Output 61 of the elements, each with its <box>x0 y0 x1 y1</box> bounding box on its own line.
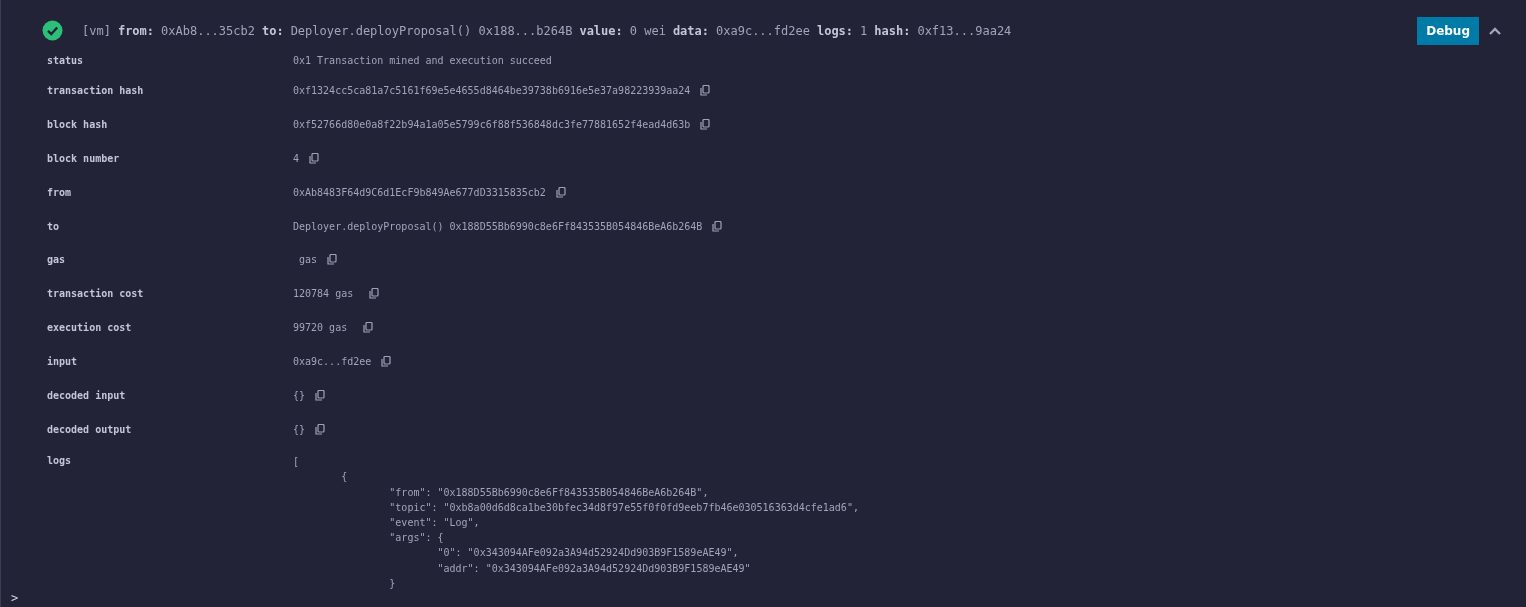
field-label: execution cost <box>46 322 133 334</box>
copy-icon[interactable] <box>363 322 374 334</box>
summary-key: value: <box>579 23 623 38</box>
field-label: block hash <box>46 119 109 131</box>
log-line: "from": "0x188D55Bb6990c8e6Ff843535B054846BeA6b264B", <box>388 485 710 500</box>
field-label: transaction cost <box>46 288 145 300</box>
copy-icon[interactable] <box>712 220 723 232</box>
log-line: [ <box>293 455 301 470</box>
field-value: 99720 gas <box>293 322 349 334</box>
copy-icon[interactable] <box>700 85 711 97</box>
field-value: 0xf52766d80e0a8f22b94a1a05e5799c6f88f536848dc3fe77881652f4ead4d63b <box>293 119 691 131</box>
summary-key: from: <box>117 23 155 38</box>
field-value: 0xf1324cc5ca81a7c5161f69e5e4655d8464be39738b6916e5e37a98223939aa24 <box>293 85 691 97</box>
field-value: gas <box>298 254 318 266</box>
field-value: {} <box>293 389 306 401</box>
field-label: to <box>46 220 61 232</box>
log-line: "topic": "0xb8a00d6d8ca1be30bfec34d8f97e55f0f0fd9eeb7fb46e030516363d4cfe1ad6", <box>388 500 859 515</box>
field-label: from <box>46 186 73 198</box>
field-value: 0xa9c...fd2ee <box>293 356 372 368</box>
log-line: { <box>340 470 349 485</box>
field-label: decoded input <box>46 389 127 401</box>
copy-icon[interactable] <box>700 119 711 131</box>
field-label: gas <box>46 254 67 266</box>
field-label: status <box>46 55 85 67</box>
copy-icon[interactable] <box>369 288 380 300</box>
field-label: block number <box>46 152 121 164</box>
log-line: } <box>388 576 397 591</box>
field-value: {} <box>293 423 306 435</box>
field-value: 0x1 Transaction mined and execution succeed <box>293 55 552 67</box>
log-line: "addr": "0x343094AFe092a3A94d52924Dd903B9F1589eAE49" <box>436 561 752 576</box>
summary-value: 0xa9c...fd2ee <box>716 23 810 38</box>
debug-button[interactable]: Debug <box>1417 16 1479 45</box>
chevron-up-icon[interactable] <box>1488 25 1502 36</box>
copy-icon[interactable] <box>315 389 326 401</box>
field-value: 0xAb8483F64d9C6d1EcF9b849Ae677dD3315835cb2 <box>293 186 546 198</box>
copy-icon[interactable] <box>315 423 326 435</box>
summary-value: 0xf13...9aa24 <box>917 23 1012 38</box>
summary-key: logs: <box>816 23 854 38</box>
log-line: "args": { <box>388 531 445 546</box>
field-label: transaction hash <box>46 85 145 97</box>
field-label: decoded output <box>46 423 133 435</box>
summary-value: 0 wei <box>629 23 666 38</box>
summary-value: 1 <box>860 23 868 38</box>
field-value: 4 <box>293 152 300 164</box>
summary-value: 0xAb8...35cb2 <box>161 23 255 38</box>
field-value: Deployer.deployProposal() 0x188D55Bb6990c8e6Ff843535B054846BeA6b264B <box>293 220 703 232</box>
field-value: 120784 gas <box>293 288 355 300</box>
log-line: "0": "0x343094AFe092a3A94d52924Dd903B9F1589eAE49", <box>436 546 740 561</box>
summary-value: Deployer.deployProposal() 0x188...b264B <box>290 23 573 38</box>
field-label: input <box>46 356 79 368</box>
field-label: logs <box>46 454 73 469</box>
summary-key: to: <box>261 23 284 38</box>
log-line: "event": "Log", <box>388 516 481 530</box>
console-prompt: > <box>10 591 20 606</box>
copy-icon[interactable] <box>381 356 392 368</box>
copy-icon[interactable] <box>555 186 566 198</box>
summary-key: hash: <box>874 23 911 38</box>
copy-icon[interactable] <box>309 152 320 164</box>
copy-icon[interactable] <box>327 254 338 266</box>
summary-key: data: <box>672 23 709 38</box>
environment-tag: [vm] <box>82 23 111 38</box>
